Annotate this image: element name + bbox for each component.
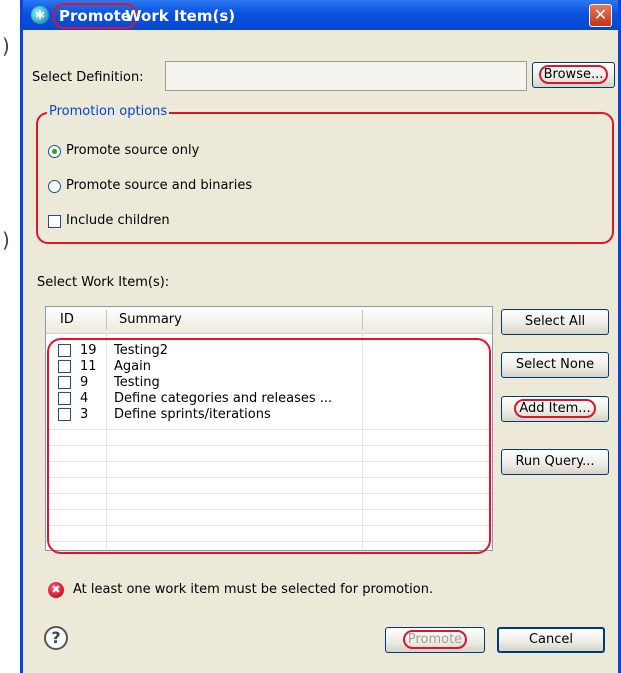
- column-separator[interactable]: [362, 310, 363, 330]
- grid-line: [46, 429, 492, 430]
- include-children-checkbox[interactable]: [48, 215, 61, 228]
- column-header-summary[interactable]: Summary: [119, 307, 182, 333]
- select-definition-label: Select Definition:: [32, 70, 144, 85]
- grid-line: [46, 461, 492, 462]
- close-icon: ✕: [593, 5, 608, 24]
- row-id: 9: [80, 375, 89, 390]
- grid-line: [46, 493, 492, 494]
- grid-line: [46, 541, 492, 542]
- row-summary: Testing: [114, 375, 160, 390]
- include-children-label[interactable]: Include children: [66, 213, 170, 228]
- side-annotation-mark: ): [2, 228, 10, 252]
- promote-source-binaries-radio[interactable]: [48, 180, 61, 193]
- browse-label: Browse...: [538, 65, 609, 84]
- close-button[interactable]: ✕: [589, 4, 612, 27]
- row-id: 4: [80, 391, 89, 406]
- table-row[interactable]: 3 Define sprints/iterations: [46, 407, 492, 423]
- row-checkbox[interactable]: [58, 408, 71, 421]
- promote-work-items-dialog: ✱ Promote Work Item(s) ✕ Select Definiti…: [20, 0, 621, 673]
- table-row[interactable]: 9 Testing: [46, 375, 492, 391]
- title-text: Work Item(s): [125, 7, 236, 25]
- browse-button[interactable]: Browse...: [532, 62, 615, 88]
- promote-source-binaries-label[interactable]: Promote source and binaries: [66, 178, 252, 193]
- grid-line: [46, 477, 492, 478]
- promote-label: Promote: [402, 630, 468, 649]
- promote-source-only-label[interactable]: Promote source only: [66, 143, 199, 158]
- row-checkbox[interactable]: [58, 360, 71, 373]
- promote-source-only-radio[interactable]: [48, 145, 61, 158]
- row-id: 3: [80, 407, 89, 422]
- add-item-button[interactable]: Add Item...: [501, 396, 609, 422]
- run-query-button[interactable]: Run Query...: [501, 449, 609, 475]
- row-id: 19: [80, 343, 97, 358]
- add-item-label: Add Item...: [514, 399, 596, 418]
- promotion-options-legend: Promotion options: [47, 104, 170, 119]
- row-summary: Define sprints/iterations: [114, 407, 271, 422]
- promotion-options-group: Promotion options Promote source only Pr…: [36, 104, 614, 244]
- grid-line: [46, 445, 492, 446]
- title-bar[interactable]: ✱ Promote Work Item(s) ✕: [23, 0, 618, 30]
- side-annotation-mark: ): [2, 34, 10, 58]
- app-icon: ✱: [31, 6, 49, 24]
- row-summary: Testing2: [114, 343, 168, 358]
- table-header: ID Summary: [46, 307, 492, 334]
- table-row[interactable]: 19 Testing2: [46, 343, 492, 359]
- table-row[interactable]: 4 Define categories and releases ...: [46, 391, 492, 407]
- row-summary: Again: [114, 359, 151, 374]
- grid-line: [46, 525, 492, 526]
- grid-line: [46, 509, 492, 510]
- error-message: At least one work item must be selected …: [73, 582, 434, 597]
- select-work-items-label: Select Work Item(s):: [37, 275, 170, 290]
- work-items-table[interactable]: ID Summary 19 Testing2 11 Again 9 Testin…: [45, 306, 493, 551]
- cancel-button[interactable]: Cancel: [497, 627, 605, 653]
- row-summary: Define categories and releases ...: [114, 391, 333, 406]
- help-icon[interactable]: ?: [44, 626, 68, 650]
- definition-input[interactable]: [165, 61, 527, 91]
- select-none-button[interactable]: Select None: [501, 352, 609, 378]
- promote-button[interactable]: Promote: [385, 627, 485, 653]
- row-id: 11: [80, 359, 97, 374]
- error-icon: ✖: [48, 582, 64, 598]
- column-separator[interactable]: [106, 310, 107, 330]
- table-row[interactable]: 11 Again: [46, 359, 492, 375]
- row-checkbox[interactable]: [58, 344, 71, 357]
- row-checkbox[interactable]: [58, 392, 71, 405]
- column-header-id[interactable]: ID: [60, 307, 74, 333]
- row-checkbox[interactable]: [58, 376, 71, 389]
- select-all-button[interactable]: Select All: [501, 309, 609, 335]
